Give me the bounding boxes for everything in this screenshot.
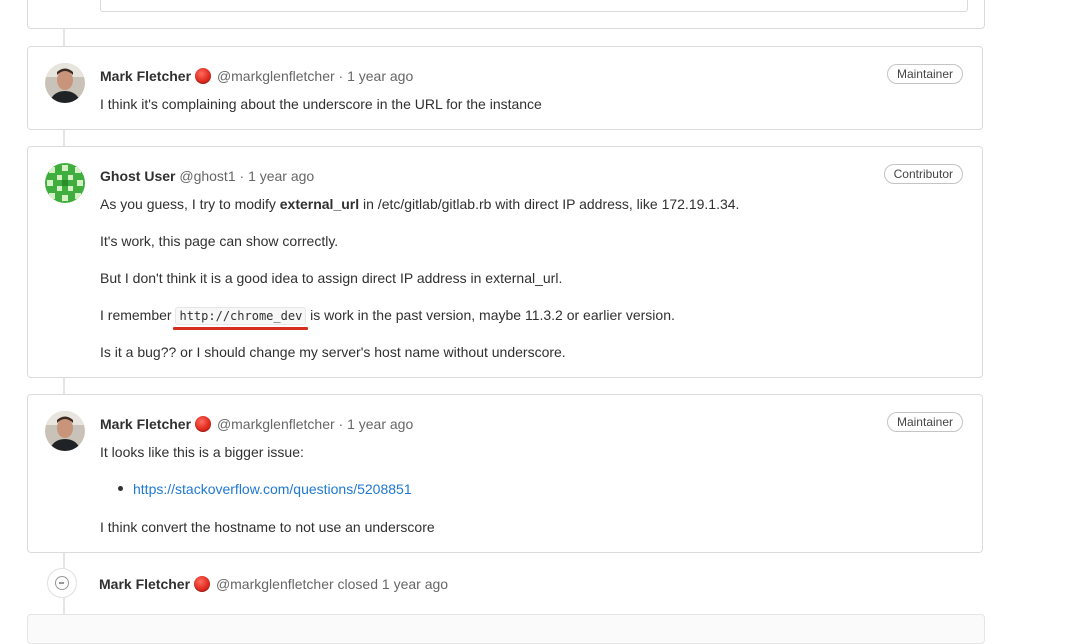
status-emoji-icon xyxy=(195,68,212,84)
note-timestamp[interactable]: 1 year ago xyxy=(248,168,314,184)
text-segment: I remember xyxy=(100,307,176,323)
note-body: I think convert the hostname to not use … xyxy=(100,517,435,537)
role-badge: Maintainer xyxy=(886,64,963,84)
separator: · xyxy=(338,416,344,432)
note-paragraph: I think it's complaining about the under… xyxy=(100,96,542,112)
note-timestamp[interactable]: 1 year ago xyxy=(347,68,413,84)
role-badge: Maintainer xyxy=(886,412,963,432)
stackoverflow-link[interactable]: https://stackoverflow.com/questions/5208… xyxy=(133,481,412,497)
avatar[interactable] xyxy=(45,63,85,103)
note-paragraph: As you guess, I try to modify external_u… xyxy=(100,194,739,214)
code-text: http://chrome_dev xyxy=(179,309,303,323)
note-body: But I don't think it is a good idea to a… xyxy=(100,268,562,288)
note-timestamp[interactable]: 1 year ago xyxy=(347,416,413,432)
role-badge: Contributor xyxy=(883,164,963,184)
avatar[interactable] xyxy=(45,163,85,203)
author-name[interactable]: Mark Fletcher xyxy=(100,68,191,84)
note-body: It looks like this is a bigger issue: xyxy=(100,442,304,462)
note-paragraph: Is it a bug?? or I should change my serv… xyxy=(100,344,566,360)
text-segment: As you guess, I try to modify xyxy=(100,196,280,212)
note-body: It's work, this page can show correctly. xyxy=(100,231,338,251)
note-header: Mark Fletcher @markglenfletcher · 1 year… xyxy=(100,414,413,434)
system-note: Mark Fletcher @markglenfletcher closed 1… xyxy=(99,574,448,594)
note-paragraph: It's work, this page can show correctly. xyxy=(100,233,339,249)
status-emoji-icon xyxy=(195,416,212,432)
author-name[interactable]: Mark Fletcher xyxy=(100,416,191,432)
inline-code: http://chrome_dev xyxy=(173,307,309,330)
separator: · xyxy=(239,168,245,184)
author-username[interactable]: @markglenfletcher xyxy=(217,68,335,84)
text-segment: in /etc/gitlab/gitlab.rb with direct IP … xyxy=(359,196,740,212)
author-username[interactable]: @markglenfletcher xyxy=(216,576,334,592)
highlight-underline xyxy=(173,327,309,330)
previous-note-box xyxy=(100,0,968,12)
note-timestamp[interactable]: 1 year ago xyxy=(382,576,448,592)
system-action: closed xyxy=(337,576,378,592)
closed-status-icon xyxy=(47,568,77,598)
avatar[interactable] xyxy=(45,411,85,451)
note-body: I remember http://chrome_dev is work in … xyxy=(100,305,675,330)
bold-text: external_url xyxy=(279,196,360,212)
comment-form-stub xyxy=(27,614,985,644)
note-list-item: https://stackoverflow.com/questions/5208… xyxy=(118,479,412,499)
author-username[interactable]: @markglenfletcher xyxy=(217,416,335,432)
author-name[interactable]: Ghost User xyxy=(100,168,175,184)
note-body: As you guess, I try to modify external_u… xyxy=(100,194,739,214)
text-segment: is work in the past version, maybe 11.3.… xyxy=(306,307,675,323)
note-body: I think it's complaining about the under… xyxy=(100,94,542,114)
separator: · xyxy=(338,68,344,84)
note-comment: Mark Fletcher @markglenfletcher · 1 year… xyxy=(27,394,983,553)
note-header: Mark Fletcher @markglenfletcher · 1 year… xyxy=(100,66,413,86)
note-comment: Ghost User @ghost1 · 1 year ago Contribu… xyxy=(27,146,983,378)
author-username[interactable]: @ghost1 xyxy=(179,168,235,184)
note-comment: Mark Fletcher @markglenfletcher · 1 year… xyxy=(27,46,983,130)
bullet-icon xyxy=(118,486,123,491)
note-body: Is it a bug?? or I should change my serv… xyxy=(100,342,566,362)
note-paragraph: I think convert the hostname to not use … xyxy=(100,519,435,535)
previous-note xyxy=(27,0,985,29)
note-paragraph: I remember http://chrome_dev is work in … xyxy=(100,305,675,330)
note-paragraph: It looks like this is a bigger issue: xyxy=(100,444,304,460)
note-header: Ghost User @ghost1 · 1 year ago xyxy=(100,166,314,186)
status-emoji-icon xyxy=(194,576,211,592)
note-paragraph: But I don't think it is a good idea to a… xyxy=(100,270,563,286)
author-name[interactable]: Mark Fletcher xyxy=(99,576,190,592)
